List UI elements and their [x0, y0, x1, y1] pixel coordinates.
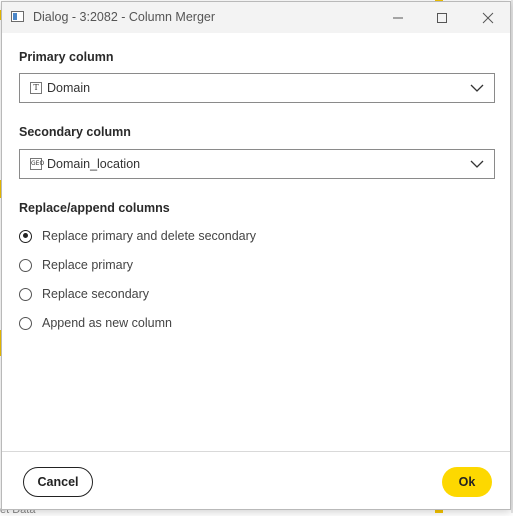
- primary-column-value: Domain: [47, 81, 91, 95]
- close-button[interactable]: [466, 2, 510, 33]
- radio-button[interactable]: [19, 316, 32, 330]
- secondary-column-label: Secondary column: [19, 125, 131, 139]
- title-bar: Dialog - 3:2082 - Column Merger: [2, 2, 510, 33]
- cancel-button[interactable]: Cancel: [23, 467, 93, 497]
- replace-append-label: Replace/append columns: [19, 201, 170, 215]
- maximize-button[interactable]: [420, 2, 464, 33]
- primary-column-label: Primary column: [19, 50, 114, 64]
- minimize-icon: [393, 17, 403, 18]
- window-title: Dialog - 3:2082 - Column Merger: [33, 10, 216, 24]
- radio-button[interactable]: [19, 229, 32, 243]
- footer-divider: [2, 451, 510, 452]
- geo-type-icon: GEO: [30, 158, 44, 170]
- close-icon: [482, 12, 494, 23]
- secondary-column-value: Domain_location: [47, 157, 141, 171]
- radio-label: Replace primary: [42, 258, 134, 272]
- radio-label: Replace secondary: [42, 287, 150, 301]
- chevron-down-icon: [470, 84, 484, 92]
- radio-option-append-new-column[interactable]: Append as new column: [19, 314, 172, 332]
- secondary-column-select[interactable]: GEO Domain_location: [19, 149, 495, 179]
- radio-button[interactable]: [19, 258, 32, 272]
- radio-label: Append as new column: [42, 316, 172, 330]
- column-merger-dialog: Dialog - 3:2082 - Column Merger Primary …: [1, 1, 511, 510]
- app-icon: [11, 11, 24, 22]
- radio-button[interactable]: [19, 287, 32, 301]
- text-type-icon: T: [30, 82, 42, 94]
- ok-button[interactable]: Ok: [442, 467, 492, 497]
- maximize-icon: [437, 12, 447, 23]
- radio-label: Replace primary and delete secondary: [42, 229, 257, 243]
- minimize-button[interactable]: [376, 2, 420, 33]
- chevron-down-icon: [470, 160, 484, 168]
- radio-option-replace-secondary[interactable]: Replace secondary: [19, 285, 149, 303]
- radio-option-replace-primary[interactable]: Replace primary: [19, 256, 133, 274]
- radio-option-replace-primary-delete-secondary[interactable]: Replace primary and delete secondary: [19, 227, 256, 245]
- primary-column-select[interactable]: T Domain: [19, 73, 495, 103]
